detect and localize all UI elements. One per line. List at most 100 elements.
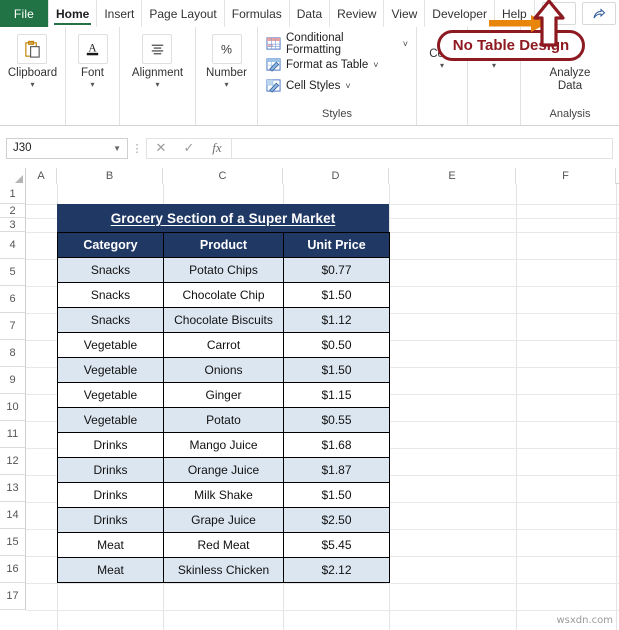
row-header-4[interactable]: 4 [0, 232, 26, 259]
share-icon [593, 7, 606, 18]
tab-file[interactable]: File [0, 0, 48, 27]
table-cell-product: Skinless Chicken [163, 557, 284, 583]
name-box-value: J30 [13, 142, 32, 154]
conditional-formatting-button[interactable]: Conditional Formatting ˅ [266, 31, 408, 56]
table-cell-price: $5.45 [283, 532, 390, 558]
table-cell-price: $1.15 [283, 382, 390, 408]
cell-styles-caret-icon[interactable]: ˅ [345, 81, 350, 91]
table-cell-category: Drinks [57, 507, 164, 533]
row-header-7[interactable]: 7 [0, 313, 26, 340]
tab-page-layout[interactable]: Page Layout [142, 0, 225, 27]
fx-icon[interactable]: fx [203, 140, 231, 156]
table-cell-product: Chocolate Chip [163, 282, 284, 308]
column-header-B[interactable]: B [57, 168, 163, 184]
column-header-row: ABCDEF [0, 168, 619, 184]
tab-data[interactable]: Data [290, 0, 331, 27]
column-header-F[interactable]: F [516, 168, 616, 184]
column-header-A[interactable]: A [26, 168, 57, 184]
row-header-14[interactable]: 14 [0, 502, 26, 529]
ribbon-group-font: A Font ▾ [66, 27, 120, 125]
cell-styles-button[interactable]: Cell Styles ˅ [266, 75, 351, 96]
column-header-E[interactable]: E [389, 168, 516, 184]
table-cell-price: $0.50 [283, 332, 390, 358]
format-as-table-icon [266, 58, 281, 72]
cancel-x-icon[interactable]: ✕ [147, 140, 175, 156]
tab-insert[interactable]: Insert [97, 0, 143, 27]
row-header-15[interactable]: 15 [0, 529, 26, 556]
share-button[interactable] [582, 2, 616, 25]
excel-window: File Home Insert Page Layout Formulas Data Re… [0, 0, 619, 630]
row-header-2[interactable]: 2 [0, 204, 26, 218]
column-header-D[interactable]: D [283, 168, 389, 184]
red-up-arrow-icon [533, 0, 565, 47]
conditional-formatting-label: Conditional Formatting [286, 31, 344, 56]
clipboard-button[interactable]: Clipboard ▾ [8, 34, 57, 89]
tab-developer[interactable]: Developer [425, 0, 495, 27]
format-as-table-label: Format as Table [286, 58, 369, 71]
row-header-17[interactable]: 17 [0, 583, 26, 610]
table-column-header: Product [163, 232, 284, 258]
row-header-1[interactable]: 1 [0, 184, 26, 204]
table-cell-product: Grape Juice [163, 507, 284, 533]
name-box[interactable]: J30 ▼ [6, 137, 128, 159]
analyze-data-label-2: Data [557, 80, 583, 93]
name-box-dropdown-icon[interactable]: ▼ [113, 144, 121, 153]
row-header-8[interactable]: 8 [0, 340, 26, 367]
clipboard-caret-icon[interactable]: ▾ [30, 81, 34, 89]
table-cell-category: Drinks [57, 482, 164, 508]
row-header-5[interactable]: 5 [0, 259, 26, 286]
format-as-table-caret-icon[interactable]: ˅ [373, 60, 378, 70]
tab-view[interactable]: View [384, 0, 426, 27]
select-all-corner[interactable] [0, 168, 26, 184]
row-header-3[interactable]: 3 [0, 218, 26, 232]
table-cell-category: Snacks [57, 307, 164, 333]
number-caret-icon[interactable]: ▾ [224, 81, 228, 89]
editing-caret-icon[interactable]: ▾ [492, 62, 496, 70]
table-cell-product: Carrot [163, 332, 284, 358]
clipboard-icon [17, 34, 48, 64]
spreadsheet-grid: ABCDEF 1 2 3 4 5 6 7 8 9 10 11 12 13 14 15 16 17 Grocery… [0, 168, 619, 630]
row-header-9[interactable]: 9 [0, 367, 26, 394]
clipboard-label: Clipboard [7, 67, 58, 79]
table-row: Vegetable Onions $1.50 [57, 357, 390, 383]
row-header-12[interactable]: 12 [0, 448, 26, 475]
alignment-button[interactable]: Alignment ▾ [132, 34, 183, 89]
table-cell-price: $1.68 [283, 432, 390, 458]
alignment-caret-icon[interactable]: ▾ [155, 81, 159, 89]
table-column-header: Category [57, 232, 164, 258]
font-a-icon: A [77, 34, 108, 64]
conditional-formatting-caret-icon[interactable]: ˅ [403, 39, 408, 49]
row-header-6[interactable]: 6 [0, 286, 26, 313]
cells-caret-icon[interactable]: ▾ [440, 62, 444, 70]
table-row: Snacks Chocolate Biscuits $1.12 [57, 307, 390, 333]
format-as-table-button[interactable]: Format as Table ˅ [266, 54, 379, 75]
formula-input[interactable] [231, 137, 613, 159]
tab-review[interactable]: Review [330, 0, 385, 27]
font-caret-icon[interactable]: ▾ [90, 81, 94, 89]
sheet-area[interactable]: Grocery Section of a Super Market Catego… [26, 184, 619, 630]
number-button[interactable]: % Number ▾ [206, 34, 247, 89]
tab-home[interactable]: Home [48, 0, 98, 27]
font-button[interactable]: A Font ▾ [77, 34, 108, 89]
grid-hline [26, 610, 619, 611]
table-title-text: Grocery Section of a Super Market [110, 210, 336, 226]
table-cell-category: Drinks [57, 432, 164, 458]
table-row: Snacks Chocolate Chip $1.50 [57, 282, 390, 308]
annotation-up-arrow [531, 0, 567, 53]
table-row: Drinks Milk Shake $1.50 [57, 482, 390, 508]
row-header-11[interactable]: 11 [0, 421, 26, 448]
tab-formulas[interactable]: Formulas [225, 0, 290, 27]
table-cell-product: Potato Chips [163, 257, 284, 283]
alignment-label: Alignment [131, 67, 184, 79]
column-header-C[interactable]: C [163, 168, 283, 184]
row-header-16[interactable]: 16 [0, 556, 26, 583]
table-cell-category: Vegetable [57, 407, 164, 433]
confirm-check-icon[interactable]: ✓ [175, 140, 203, 156]
table-header-row: Category Product Unit Price [57, 232, 390, 258]
svg-text:%: % [221, 42, 232, 56]
row-header-10[interactable]: 10 [0, 394, 26, 421]
table-row: Vegetable Potato $0.55 [57, 407, 390, 433]
grid-hline [26, 583, 619, 584]
conditional-formatting-icon [266, 37, 281, 50]
row-header-13[interactable]: 13 [0, 475, 26, 502]
